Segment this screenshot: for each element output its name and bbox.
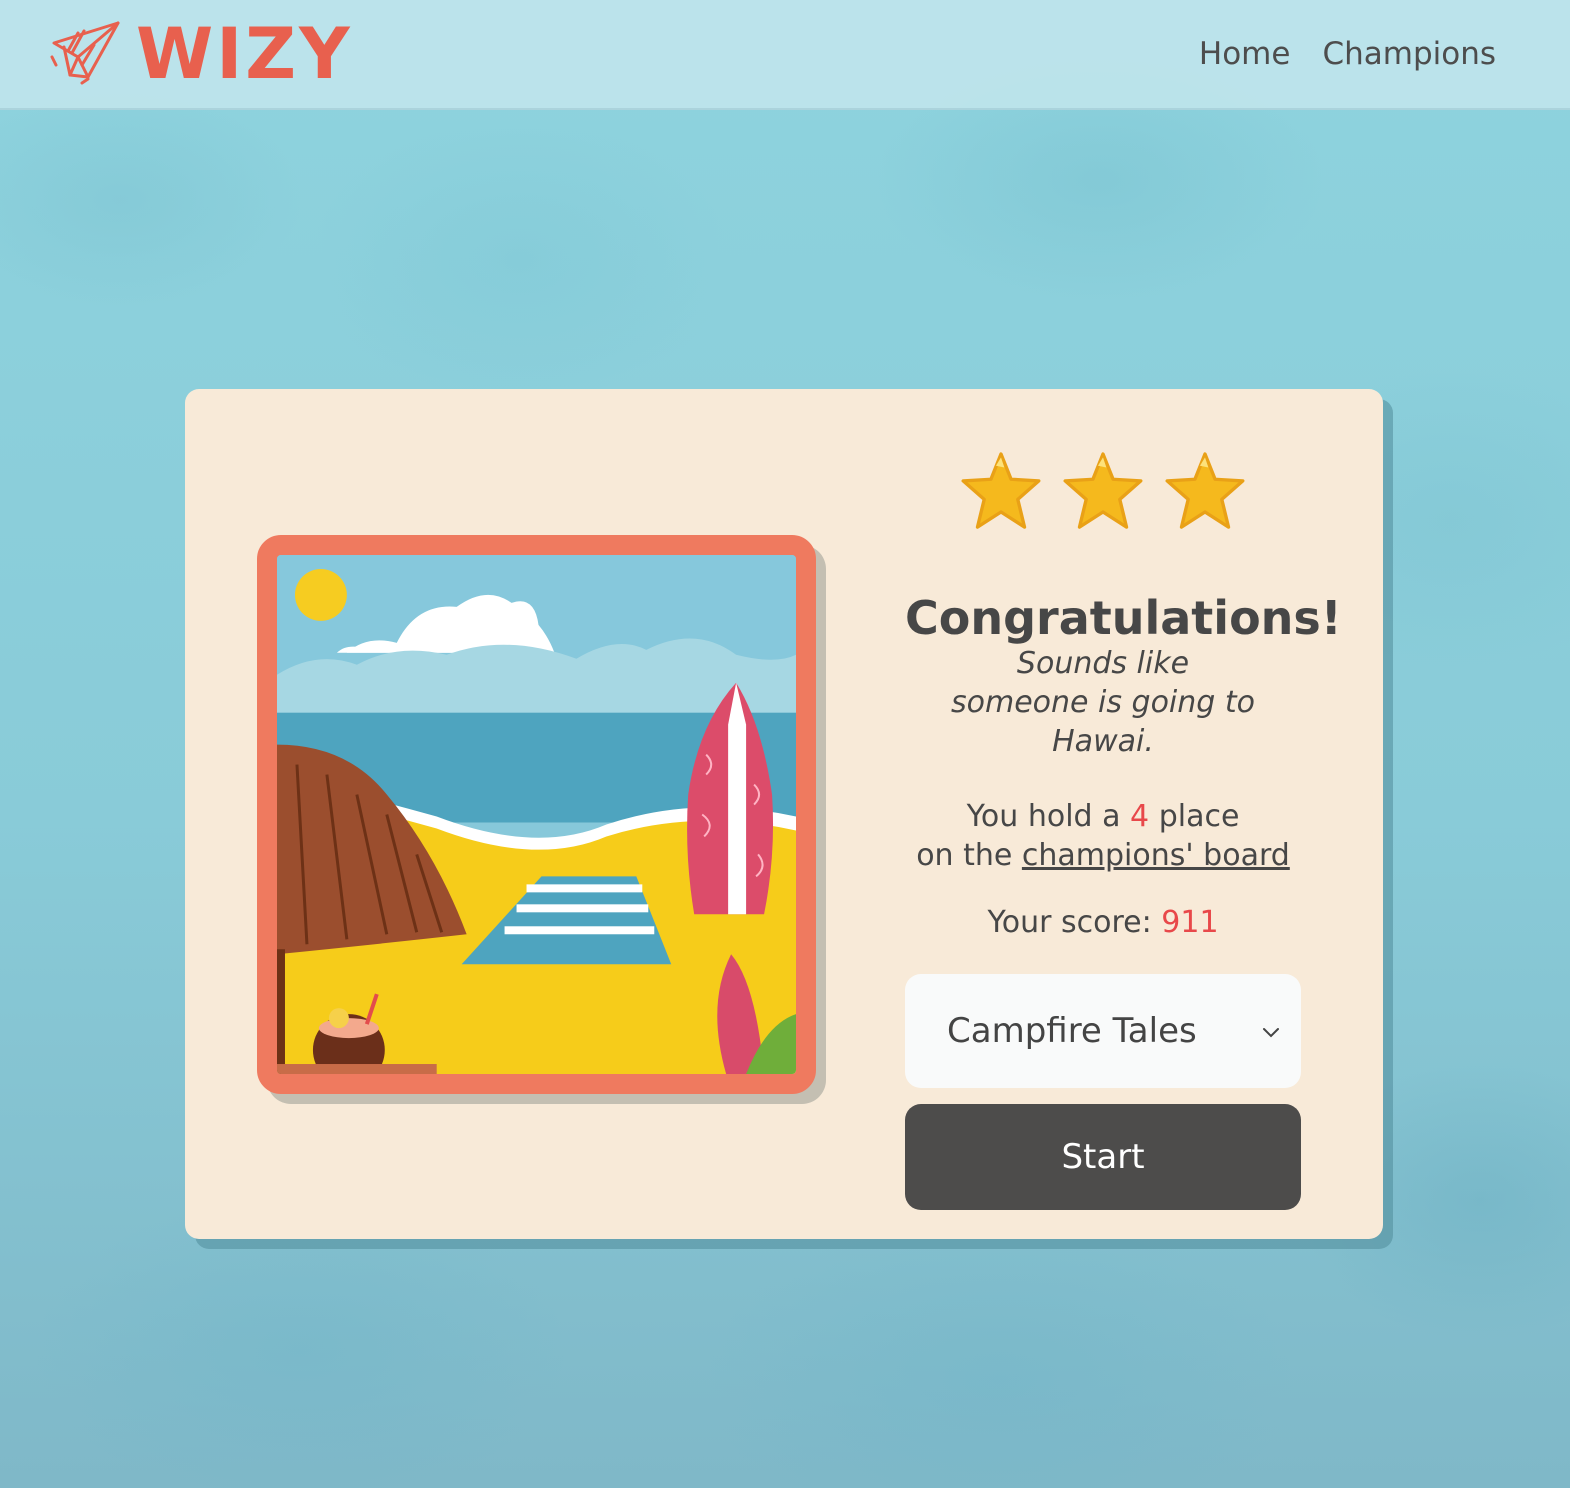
place-line2-prefix: on the (916, 837, 1013, 873)
nav-champions-link[interactable]: Champions (1322, 36, 1496, 72)
place-text: You hold a 4 place on the champions' boa… (905, 797, 1301, 875)
score-text: Your score: 911 (905, 905, 1301, 940)
start-button[interactable]: Start (905, 1103, 1301, 1210)
star-icon (959, 449, 1043, 535)
subtitle-line-1: Sounds like (1016, 645, 1190, 681)
chevron-down-icon (1261, 1011, 1281, 1051)
top-nav-bar: WIZY Home Champions (0, 0, 1570, 110)
score-label: Your score: (987, 904, 1152, 940)
champions-board-link[interactable]: champions' board (1022, 838, 1290, 873)
star-icon (1061, 449, 1145, 535)
quiz-select-value: Campfire Tales (947, 1010, 1197, 1051)
congrats-title: Congratulations! (905, 591, 1342, 645)
subtitle-line-2: someone is going to Hawai. (951, 684, 1255, 759)
result-panel: Congratulations! Sounds like someone is … (905, 449, 1342, 1210)
place-prefix: You hold a (966, 798, 1121, 834)
quiz-select[interactable]: Campfire Tales (905, 973, 1301, 1088)
paper-plane-icon (48, 17, 124, 91)
star-icon (1163, 449, 1247, 535)
main-nav: Home Champions (1199, 36, 1496, 72)
result-subtitle: Sounds like someone is going to Hawai. (905, 644, 1301, 761)
beach-illustration (257, 535, 816, 1094)
nav-home-link[interactable]: Home (1199, 36, 1291, 72)
star-rating (905, 449, 1301, 535)
place-value: 4 (1130, 798, 1150, 834)
brand-logo[interactable]: WIZY (48, 17, 353, 91)
brand-name: WIZY (136, 13, 353, 95)
score-value: 911 (1161, 904, 1219, 940)
place-suffix: place (1158, 798, 1240, 834)
result-card: Congratulations! Sounds like someone is … (185, 389, 1383, 1239)
